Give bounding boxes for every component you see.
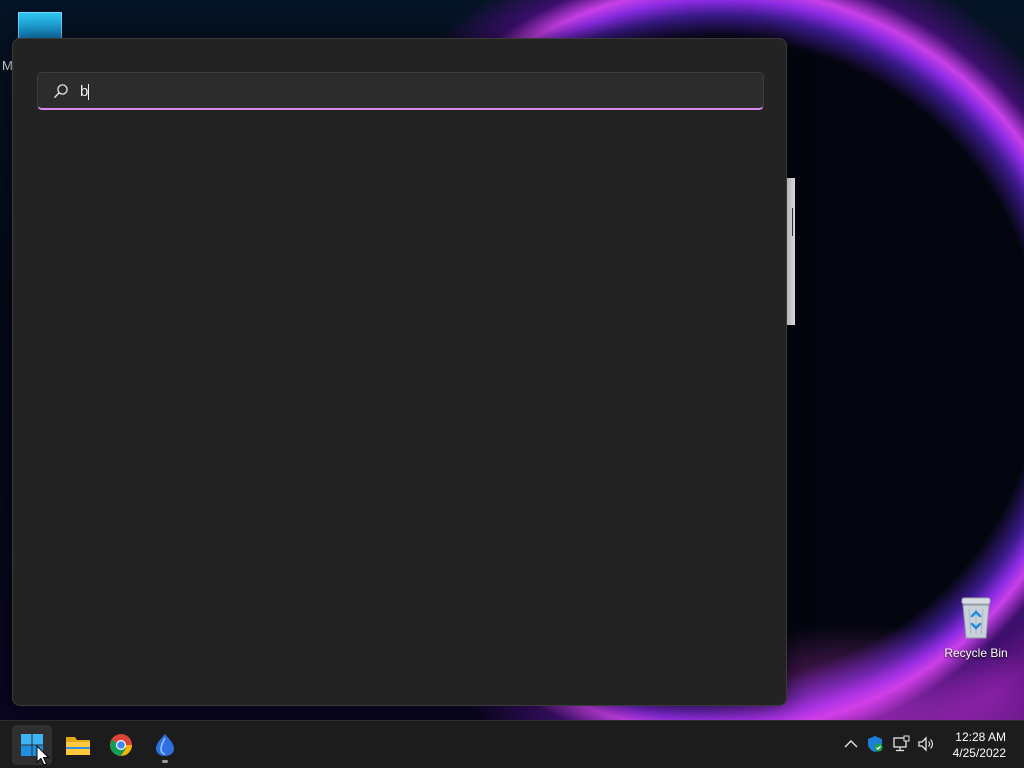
recycle-bin-label: Recycle Bin [944,646,1008,660]
chrome-button[interactable] [101,725,141,765]
network-icon[interactable] [892,735,910,753]
folder-icon [66,737,90,755]
clock-date: 4/25/2022 [952,746,1006,760]
app-button[interactable] [145,725,185,765]
chevron-up-icon[interactable] [842,735,860,753]
file-explorer-button[interactable] [57,725,97,765]
chrome-icon [110,734,132,756]
search-box[interactable] [37,72,764,110]
app-icon [156,734,174,756]
text-caret [88,84,89,100]
system-clock[interactable]: 12:28 AM 4/25/2022 [953,729,1006,761]
search-panel [12,38,787,706]
mouse-cursor-icon [36,745,50,766]
recycle-bin-icon [961,597,991,639]
search-input[interactable] [78,79,752,105]
running-indicator [162,760,168,763]
recycle-bin[interactable]: Recycle Bin [940,596,1012,666]
clock-time: 12:28 AM [955,730,1006,744]
taskbar: 12:28 AM 4/25/2022 [0,720,1024,768]
security-shield-icon[interactable] [866,735,884,753]
background-window-divider [792,208,793,236]
background-window-edge[interactable] [787,178,795,325]
volume-icon[interactable] [917,735,935,753]
search-icon [54,84,68,98]
